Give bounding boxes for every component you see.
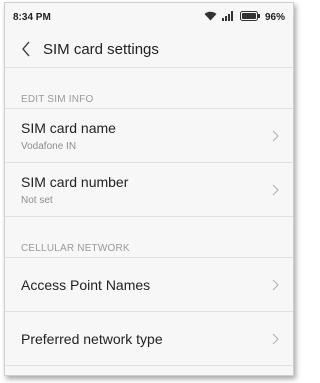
row-title: SIM card number <box>21 173 129 190</box>
chevron-right-icon <box>272 279 279 290</box>
page-title: SIM card settings <box>43 40 159 58</box>
row-title: Access Point Names <box>21 276 151 293</box>
back-button[interactable] <box>15 39 37 59</box>
battery-percent: 96% <box>264 11 285 23</box>
status-icons: 96% <box>204 10 285 24</box>
row-subtitle: Not set <box>21 194 53 206</box>
chevron-left-icon <box>22 41 30 57</box>
battery-icon <box>239 10 260 24</box>
row-title: SIM card name <box>21 119 116 136</box>
signal-icon <box>221 10 235 24</box>
row-preferred-network-type[interactable]: Preferred network type <box>5 311 293 365</box>
phone-screen: 8:34 PM 96% SIM card settings EDIT SIM I… <box>4 2 294 376</box>
row-subtitle: Vodafone IN <box>21 140 77 152</box>
section-label-cellular-network: CELLULAR NETWORK <box>21 243 130 254</box>
row-access-point-names[interactable]: Access Point Names <box>5 257 293 311</box>
status-bar: 8:34 PM 96% <box>5 3 293 31</box>
status-time: 8:34 PM <box>13 11 51 23</box>
section-label-edit-sim-info: EDIT SIM INFO <box>21 94 94 105</box>
chevron-right-icon <box>272 184 279 195</box>
list-divider <box>5 365 293 366</box>
app-header: SIM card settings <box>5 31 293 68</box>
chevron-right-icon <box>272 130 279 141</box>
row-sim-card-number[interactable]: SIM card number Not set <box>5 162 293 216</box>
wifi-icon <box>204 11 217 24</box>
row-title: Preferred network type <box>21 330 163 347</box>
row-sim-card-name[interactable]: SIM card name Vodafone IN <box>5 108 293 162</box>
chevron-right-icon <box>272 333 279 344</box>
